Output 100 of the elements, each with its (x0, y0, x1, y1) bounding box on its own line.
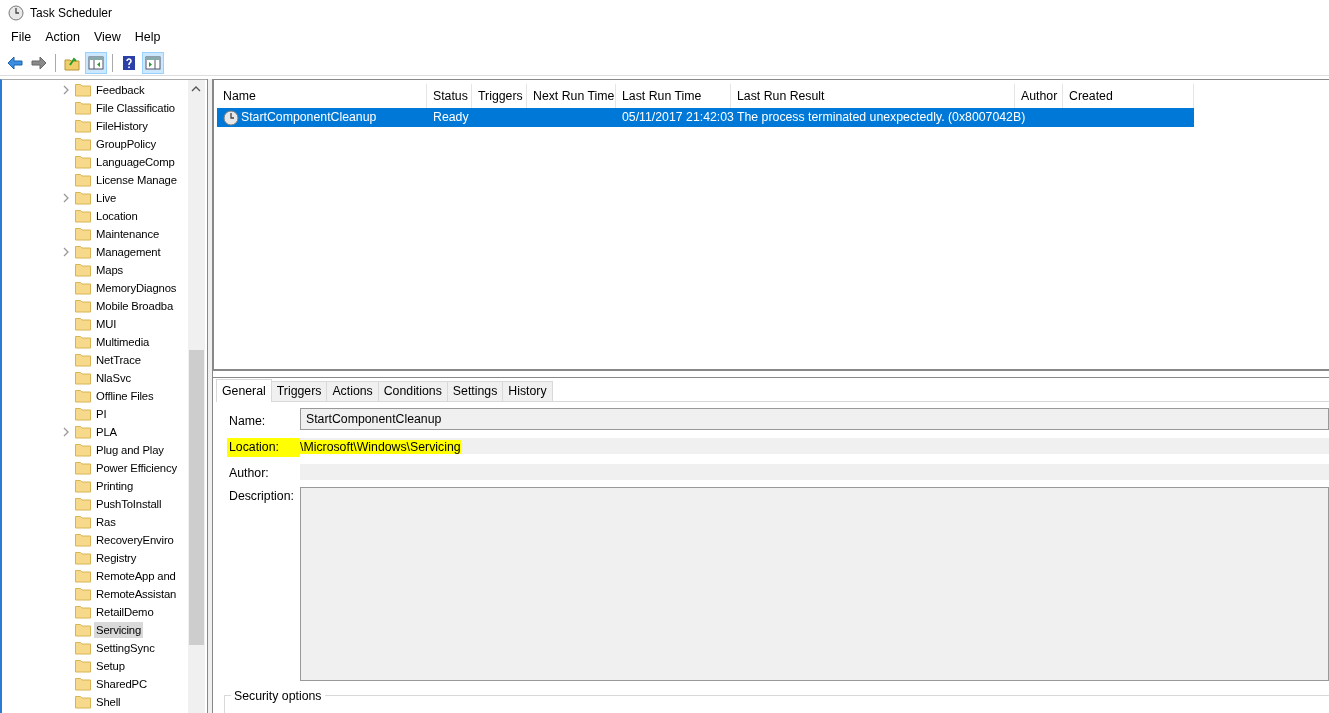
folder-icon (75, 389, 91, 403)
folder-icon (75, 677, 91, 691)
tab[interactable]: Triggers (270, 381, 328, 401)
tree-item[interactable]: FileHistory (94, 117, 150, 135)
tree-item[interactable]: MUI (94, 315, 119, 333)
folder-icon (75, 281, 91, 295)
folder-icon (75, 137, 91, 151)
description-field[interactable] (300, 487, 1329, 682)
folder-icon (75, 533, 91, 547)
tree-item[interactable]: RecoveryEnviro (94, 531, 176, 549)
tree-item[interactable]: NetTrace (94, 351, 143, 369)
tab[interactable]: Settings (446, 381, 504, 401)
folder-icon (75, 299, 91, 313)
folder-icon (75, 461, 91, 475)
tree-item[interactable]: License Manage (94, 171, 179, 189)
pane-left-button[interactable] (85, 51, 107, 74)
folder-icon (75, 173, 91, 187)
folder-icon (75, 515, 91, 529)
window-title: Task Scheduler (30, 4, 113, 22)
tree-item[interactable]: Management (94, 243, 163, 261)
folder-icon (75, 155, 91, 169)
tree-item[interactable]: Registry (94, 549, 139, 567)
folder-icon (75, 479, 91, 493)
expand-chevron-icon[interactable] (63, 85, 69, 95)
folder-icon (75, 569, 91, 583)
tree-item[interactable]: Printing (94, 477, 136, 495)
tab[interactable]: General (216, 379, 272, 402)
tree-item[interactable]: Setup (94, 657, 127, 675)
table-cell-text: The process terminated unexpectedly. (0x8007042B) (737, 109, 1026, 127)
folder-icon (75, 335, 91, 349)
tree-item[interactable]: Maps (94, 261, 126, 279)
field-label: Location: (227, 438, 300, 457)
folder-icon (75, 101, 91, 115)
tree-item[interactable]: SettingSync (94, 639, 157, 657)
tree-item[interactable]: LanguageComp (94, 153, 177, 171)
tree-item[interactable]: Plug and Play (94, 441, 166, 459)
table-cell-text: 05/11/2017 21:42:03 (622, 109, 734, 127)
tree-item[interactable]: Offline Files (94, 387, 156, 405)
tree-item[interactable]: Power Efficiency (94, 459, 179, 477)
table-cell-text: Ready (433, 109, 469, 127)
expand-chevron-icon[interactable] (63, 193, 69, 203)
tree-item[interactable]: Multimedia (94, 333, 152, 351)
folder-icon (75, 371, 91, 385)
tree-item[interactable]: Mobile Broadba (94, 297, 176, 315)
menu-item[interactable]: File (4, 28, 39, 47)
table-row[interactable]: StartComponentCleanup Ready 05/11/2017 21:42:03 The process terminated unexpectedly. (0x8007042B) (217, 108, 1194, 127)
tree-item[interactable]: File Classificatio (94, 99, 177, 117)
scrollbar[interactable] (188, 80, 205, 713)
menu-item[interactable]: Help (127, 28, 168, 47)
folder-icon (75, 551, 91, 565)
tree-item[interactable]: MemoryDiagnos (94, 279, 179, 297)
folder-icon (75, 497, 91, 511)
tree-item[interactable]: NlaSvc (94, 369, 133, 387)
clock-icon (8, 4, 24, 21)
folder-icon (75, 605, 91, 619)
tree-item[interactable]: Ras (94, 513, 118, 531)
folder-icon (75, 209, 91, 223)
tree-item[interactable]: RetailDemo (94, 603, 156, 621)
tree-item[interactable]: GroupPolicy (94, 135, 158, 153)
menu-item[interactable]: Action (38, 28, 87, 47)
help-icon (121, 54, 137, 71)
tree-item[interactable]: PI (94, 405, 109, 423)
tree-item[interactable]: RemoteAssistan (94, 585, 179, 603)
menu-item[interactable]: View (86, 28, 128, 47)
back-arrow-icon (7, 54, 23, 71)
field-label: Description: (228, 488, 295, 506)
scroll-thumb[interactable] (189, 350, 204, 645)
tree-item[interactable]: Maintenance (94, 225, 162, 243)
name-field[interactable]: StartComponentCleanup (300, 408, 1329, 430)
expand-chevron-icon[interactable] (63, 427, 69, 437)
clock-icon (223, 109, 239, 126)
folder-icon (75, 191, 91, 205)
tree-item[interactable]: Feedback (94, 81, 147, 99)
tree-item[interactable]: PushToInstall (94, 495, 164, 513)
tab[interactable]: Conditions (377, 381, 448, 401)
tree-item[interactable]: SharedPC (94, 675, 149, 693)
table-cell-text: StartComponentCleanup (241, 109, 377, 127)
tab[interactable]: History (502, 381, 553, 401)
tree-item[interactable]: PLA (94, 423, 119, 441)
field-value: \Microsoft\Windows\Servicing (300, 440, 461, 455)
pane-right-icon (145, 54, 161, 71)
tree-item[interactable]: Servicing (94, 621, 144, 639)
tree-item[interactable]: Live (94, 189, 119, 207)
folder-icon (75, 353, 91, 367)
tree-item[interactable]: Location (94, 207, 140, 225)
pane-left-icon (88, 54, 104, 71)
folder-icon (75, 659, 91, 673)
folder-icon (75, 695, 91, 709)
field-label: Name: (228, 413, 267, 430)
folder-icon (75, 425, 91, 439)
folder-icon (75, 317, 91, 331)
expand-chevron-icon[interactable] (63, 247, 69, 257)
scroll-up-icon[interactable] (191, 86, 201, 92)
tree-item[interactable]: RemoteApp and (94, 567, 178, 585)
tree-item[interactable]: Shell (94, 693, 123, 711)
field-label: Author: (228, 464, 270, 482)
tab[interactable]: Actions (326, 381, 379, 401)
folder-icon (75, 263, 91, 277)
folder-icon (75, 245, 91, 259)
group-label: Security options (231, 689, 325, 704)
